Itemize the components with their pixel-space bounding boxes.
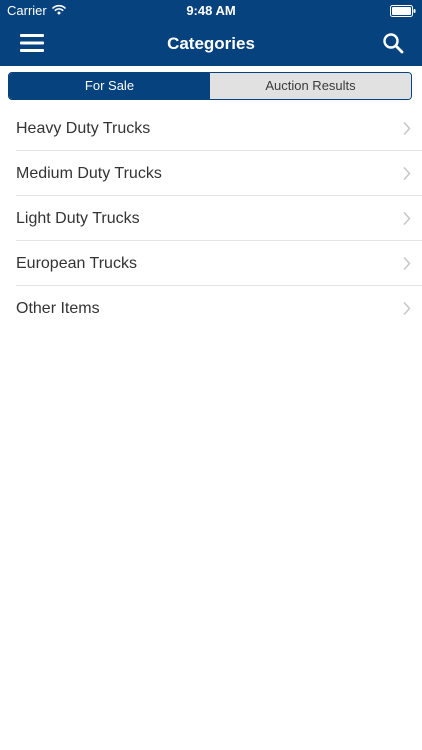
- category-item-label: Other Items: [16, 300, 100, 317]
- category-item-heavy-duty-trucks[interactable]: Heavy Duty Trucks: [0, 106, 422, 151]
- tab-for-sale[interactable]: For Sale: [9, 73, 210, 99]
- chevron-right-icon: [403, 167, 411, 180]
- category-item-medium-duty-trucks[interactable]: Medium Duty Trucks: [0, 151, 422, 196]
- search-icon[interactable]: [382, 32, 404, 54]
- tab-auction-results[interactable]: Auction Results: [210, 73, 411, 99]
- category-list: Heavy Duty Trucks Medium Duty Trucks Lig…: [0, 106, 422, 331]
- chevron-right-icon: [403, 212, 411, 225]
- chevron-right-icon: [403, 122, 411, 135]
- battery-icon: [390, 5, 416, 17]
- category-item-european-trucks[interactable]: European Trucks: [0, 241, 422, 286]
- chevron-right-icon: [403, 257, 411, 270]
- app-header: Carrier 9:48 AM Categories: [0, 0, 422, 66]
- status-bar: Carrier 9:48 AM: [0, 0, 422, 22]
- category-item-other-items[interactable]: Other Items: [0, 286, 422, 331]
- category-item-light-duty-trucks[interactable]: Light Duty Trucks: [0, 196, 422, 241]
- navigation-bar: Categories: [0, 22, 422, 66]
- chevron-right-icon: [403, 302, 411, 315]
- status-time: 9:48 AM: [186, 3, 236, 18]
- category-item-label: Light Duty Trucks: [16, 210, 140, 227]
- category-item-label: European Trucks: [16, 255, 137, 272]
- category-item-label: Medium Duty Trucks: [16, 165, 162, 182]
- category-item-label: Heavy Duty Trucks: [16, 120, 151, 137]
- page-title: Categories: [167, 34, 255, 53]
- category-segmented-control: For Sale Auction Results: [8, 72, 412, 100]
